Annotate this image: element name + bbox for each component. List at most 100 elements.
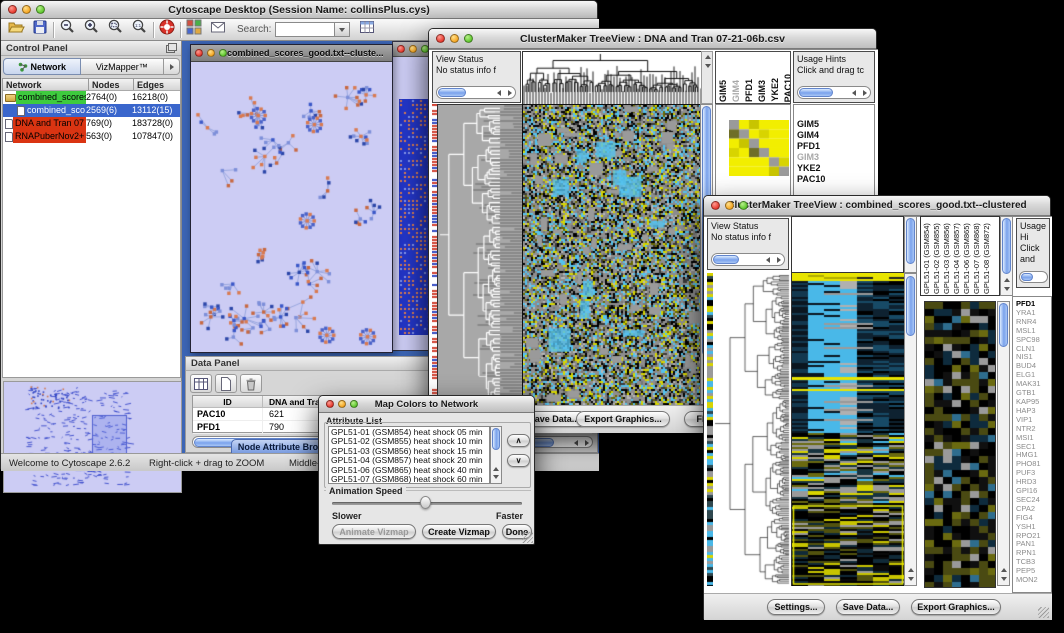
close-button[interactable] (436, 34, 445, 43)
attribute-list-group: GPL51-01 (GSM854) heat shock 05 minGPL51… (324, 422, 531, 488)
tv2-status-hscrollbar[interactable] (711, 253, 785, 266)
network-table-row[interactable]: DNA and Tran 07769(0)183728(0) (3, 117, 180, 130)
tv2-button-settings[interactable]: Settings... (767, 599, 825, 615)
zoom-button[interactable] (464, 34, 473, 43)
tab-overflow-button[interactable] (164, 58, 180, 75)
open-session-icon[interactable] (7, 18, 25, 41)
annotation-icon[interactable] (209, 18, 227, 41)
tab-network[interactable]: Network (3, 58, 81, 75)
speed-slider-thumb[interactable] (420, 496, 431, 509)
zoom-selected-icon[interactable] (106, 18, 125, 41)
tv2-main-vscrollbar[interactable] (904, 273, 917, 586)
tv1-hints-hscrollbar[interactable] (797, 86, 871, 99)
zoom-out-icon[interactable] (58, 18, 77, 41)
tv2-titlebar[interactable]: ClusterMaker TreeView : combined_scores_… (704, 196, 1050, 216)
tv2-heatmap[interactable] (791, 273, 905, 586)
resize-grip[interactable] (1038, 607, 1049, 618)
select-attributes-button[interactable] (190, 374, 212, 393)
id-column-header[interactable]: ID (193, 396, 263, 407)
zoom-button[interactable] (350, 400, 358, 408)
tab-vizmapper[interactable]: VizMapper™ (81, 58, 164, 75)
minimize-button[interactable] (450, 34, 459, 43)
column-header-edges[interactable]: Edges (134, 79, 180, 90)
status-welcome: Welcome to Cytoscape 2.6.2 (9, 458, 130, 469)
close-button[interactable] (397, 45, 405, 53)
vizmapper-icon[interactable] (185, 18, 203, 41)
tv2-zoom-heatmap[interactable] (924, 301, 996, 588)
tv1-row-label[interactable]: GIM5 (797, 119, 874, 130)
dialog-titlebar[interactable]: Map Colors to Network (319, 396, 534, 413)
search-input[interactable] (275, 22, 335, 37)
attribute-list[interactable]: GPL51-01 (GSM854) heat shock 05 minGPL51… (328, 426, 490, 484)
resize-grip[interactable] (522, 532, 533, 543)
network-frame-1: combined_scores_good.txt--cluste... (190, 44, 393, 353)
tv2-row-dendrogram[interactable] (713, 273, 791, 586)
tv2-top-vscrollbar[interactable] (904, 216, 917, 273)
close-button[interactable] (195, 49, 203, 57)
tv1-column-label: PFD1 (744, 79, 754, 102)
float-panel-icon[interactable] (166, 43, 177, 59)
import-table-icon[interactable] (358, 18, 376, 41)
save-session-icon[interactable] (31, 18, 49, 41)
search-dropdown-button[interactable] (335, 22, 350, 37)
main-titlebar[interactable]: Cytoscape Desktop (Session Name: collins… (1, 1, 597, 19)
network-frame-1-titlebar[interactable]: combined_scores_good.txt--cluste... (191, 45, 392, 62)
close-button[interactable] (8, 5, 17, 14)
network-table-row[interactable]: combined_scores2764(0)16218(0) (3, 91, 180, 104)
close-button[interactable] (711, 201, 720, 210)
column-header-nodes[interactable]: Nodes (89, 79, 134, 90)
tv1-row-label[interactable]: GIM3 (797, 152, 874, 163)
minimize-button[interactable] (207, 49, 215, 57)
attribute-list-item[interactable]: GPL51-07 (GSM868) heat shock 60 min (331, 475, 487, 484)
help-icon[interactable] (158, 18, 176, 41)
tv1-titlebar[interactable]: ClusterMaker TreeView : DNA and Tran 07-… (429, 29, 876, 49)
search-label: Search: (237, 24, 271, 35)
zoom-button[interactable] (36, 5, 45, 14)
move-down-button[interactable]: ∨ (507, 454, 530, 467)
tv1-row-label[interactable]: GIM4 (797, 130, 874, 141)
zoom-fit-icon[interactable]: 1:1 (130, 18, 149, 41)
tv1-status-hscrollbar[interactable] (436, 86, 516, 99)
tv2-column-label: GPL51-07 (GSM868) (972, 218, 981, 294)
delete-attribute-button[interactable] (240, 374, 262, 393)
tv2-zoom-vscrollbar[interactable] (997, 301, 1010, 586)
minimize-button[interactable] (338, 400, 346, 408)
gene-label[interactable]: MON2 (1016, 576, 1051, 585)
tv2-hints-hscrollbar[interactable] (1019, 271, 1048, 283)
zoom-in-icon[interactable] (82, 18, 101, 41)
tv1-title: ClusterMaker TreeView : DNA and Tran 07-… (429, 33, 876, 45)
minimize-button[interactable] (725, 201, 734, 210)
tv2-button-export-graphics[interactable]: Export Graphics... (911, 599, 1001, 615)
zoom-button[interactable] (219, 49, 227, 57)
tv1-yellow-matrix[interactable] (729, 120, 789, 176)
network-table-row[interactable]: combined_sco2569(6)13112(15) (3, 104, 180, 117)
tv1-button-export-graphics[interactable]: Export Graphics... (576, 411, 670, 427)
tv1-heatmap[interactable] (522, 104, 702, 407)
row-id-cell: PAC10 (193, 408, 263, 420)
tv1-row-label[interactable]: PFD1 (797, 141, 874, 152)
tv2-button-save-data[interactable]: Save Data... (836, 599, 900, 615)
network-table-row[interactable]: RNAPuberNov2+563(0)107847(0) (3, 130, 180, 143)
network-view-canvas[interactable] (191, 62, 392, 352)
network-edges-count: 183728(0) (132, 117, 180, 130)
tv1-row-label[interactable]: PAC10 (797, 174, 874, 185)
birdseye-view[interactable] (3, 381, 182, 493)
zoom-button[interactable] (739, 201, 748, 210)
new-attribute-button[interactable] (215, 374, 237, 393)
tv1-column-dendrogram[interactable] (522, 51, 702, 106)
tv1-row-label[interactable]: YKE2 (797, 163, 874, 174)
window-controls[interactable] (8, 5, 45, 14)
tv1-column-label: GIM4 (731, 80, 741, 102)
attribute-list-scrollbar[interactable] (490, 426, 502, 484)
tv1-row-dendrogram[interactable] (437, 104, 524, 407)
column-header-network[interactable]: Network (3, 79, 89, 90)
minimize-button[interactable] (409, 45, 417, 53)
tv2-usage-hints-panel: Usage Hi Click and (1016, 218, 1050, 288)
dialog-button-create-vizmap[interactable]: Create Vizmap (422, 524, 496, 539)
dense-network-view[interactable] (399, 99, 430, 335)
close-button[interactable] (326, 400, 334, 408)
tv2-labels-vscrollbar[interactable] (1000, 216, 1013, 296)
network-table-body: combined_scores2764(0)16218(0)combined_s… (3, 91, 180, 143)
minimize-button[interactable] (22, 5, 31, 14)
move-up-button[interactable]: ∧ (507, 434, 530, 447)
